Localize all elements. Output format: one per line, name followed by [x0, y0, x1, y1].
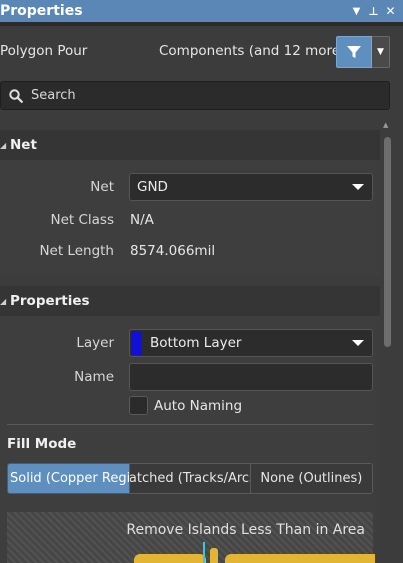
net-length-label: Net Length [39, 243, 114, 259]
net-select[interactable]: GND [129, 173, 373, 201]
fill-mode-segmented-control: Solid (Copper Regions) Hatched (Tracks/A… [7, 463, 373, 494]
collapse-triangle-icon: ◢ [0, 296, 7, 306]
fill-mode-solid-option[interactable]: Solid (Copper Regions) [8, 464, 131, 493]
auto-naming-label: Auto Naming [154, 398, 243, 414]
search-box[interactable] [0, 81, 390, 110]
island-marker [203, 542, 205, 563]
panel-title-bar: Properties ▼ ⊥ ✕ [0, 0, 403, 22]
panel-title: Properties [0, 3, 83, 19]
filter-button[interactable] [336, 36, 372, 68]
title-separator [0, 22, 403, 26]
caret-down-icon [352, 340, 364, 346]
filter-dropdown-button[interactable]: ▼ [372, 36, 390, 68]
caret-down-icon [352, 184, 364, 190]
section-net-header[interactable]: ◢ Net [0, 130, 380, 160]
divider [7, 424, 373, 425]
name-field[interactable] [129, 363, 373, 391]
net-select-value: GND [137, 179, 168, 195]
scroll-up-icon[interactable]: ▲ [383, 121, 388, 129]
net-label: Net [90, 179, 114, 195]
collapse-triangle-icon: ◢ [0, 140, 7, 150]
fill-mode-title: Fill Mode [7, 436, 77, 452]
search-input[interactable] [31, 88, 371, 103]
filter-summary[interactable]: Components (and 12 more) [159, 43, 345, 59]
layer-select[interactable]: Bottom Layer [129, 329, 373, 357]
section-properties-header[interactable]: ◢ Properties [0, 286, 380, 316]
section-properties-title: Properties [10, 293, 90, 309]
net-class-value: N/A [130, 212, 154, 228]
layer-color-swatch [131, 331, 142, 355]
pin-icon[interactable]: ⊥ [365, 0, 382, 22]
layer-select-value: Bottom Layer [150, 335, 242, 351]
net-class-label: Net Class [50, 212, 114, 228]
close-icon[interactable]: ✕ [382, 0, 399, 22]
filter-icon [347, 46, 361, 58]
name-label: Name [74, 369, 114, 385]
search-icon [1, 88, 31, 103]
object-kind-label: Polygon Pour [0, 43, 88, 59]
selection-header: Polygon Pour Components (and 12 more) ▼ [0, 35, 403, 69]
copper-shape [210, 548, 218, 563]
layer-label: Layer [76, 335, 114, 351]
fill-mode-none-option[interactable]: None (Outlines) [250, 464, 372, 493]
scrollbar-thumb[interactable] [384, 137, 391, 347]
chevron-down-icon: ▼ [377, 47, 384, 57]
section-net-title: Net [10, 137, 37, 153]
copper-shape [225, 554, 375, 563]
remove-islands-label: Remove Islands Less Than in Area [126, 522, 365, 538]
auto-naming-checkbox[interactable] [129, 396, 148, 415]
fill-mode-hatched-option[interactable]: Hatched (Tracks/Arcs) [130, 464, 251, 493]
panel-menu-icon[interactable]: ▼ [348, 0, 365, 22]
island-preview: Remove Islands Less Than in Area [7, 512, 375, 563]
copper-shape [134, 554, 206, 563]
net-length-value: 8574.066mil [130, 243, 216, 259]
